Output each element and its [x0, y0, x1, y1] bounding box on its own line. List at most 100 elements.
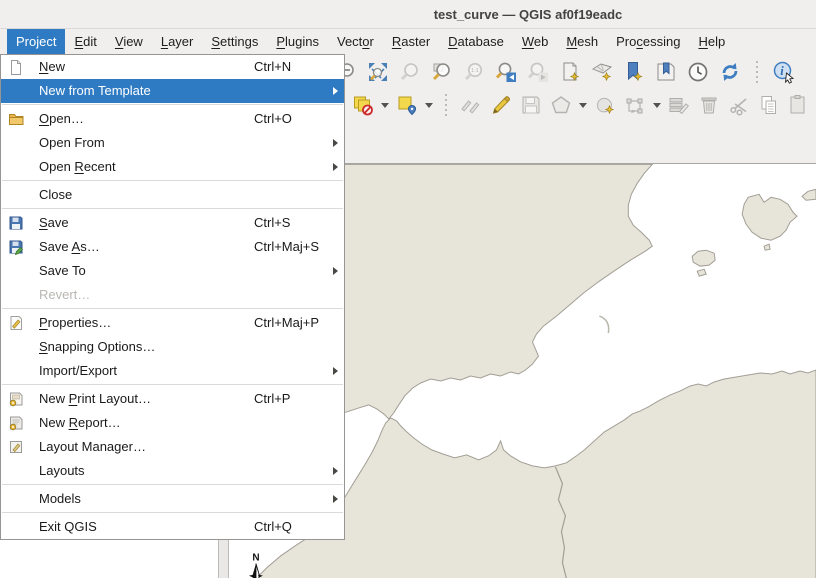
temporal-controller-button[interactable]: [686, 60, 710, 84]
menu-item-new-from-template[interactable]: New from Template: [1, 79, 344, 103]
menubar-item-vector[interactable]: Vector: [328, 29, 383, 54]
menu-separator: [2, 484, 343, 485]
menubar-item-processing[interactable]: Processing: [607, 29, 689, 54]
menu-item-label: Snapping Options…: [39, 335, 155, 359]
properties-icon: [8, 315, 24, 331]
zoom-next-icon: [526, 60, 550, 84]
menu-item-label: Layouts: [39, 459, 85, 483]
show-bookmarks-button[interactable]: [654, 60, 678, 84]
add-polygon-button[interactable]: [549, 93, 573, 117]
submenu-arrow-icon: [333, 163, 338, 171]
menu-item-new[interactable]: New Ctrl+N: [1, 55, 344, 79]
current-edits-button[interactable]: [459, 93, 483, 117]
cut-features-button[interactable]: [727, 93, 751, 117]
bookmark-mesh-button[interactable]: [590, 60, 614, 84]
menu-item-label: Open From: [39, 131, 105, 155]
menubar-item-view[interactable]: View: [106, 29, 152, 54]
menu-item-close[interactable]: Close: [1, 183, 344, 207]
menu-item-save-to[interactable]: Save To: [1, 259, 344, 283]
select-dropdown-caret[interactable]: [425, 103, 433, 108]
menu-item-label: Save As…: [39, 235, 100, 259]
menu-item-import-export[interactable]: Import/Export: [1, 359, 344, 383]
menu-item-open[interactable]: Open… Ctrl+O: [1, 107, 344, 131]
copy-features-icon: [757, 93, 781, 117]
zoom-last-icon: [494, 60, 518, 84]
menubar-item-settings[interactable]: Settings: [202, 29, 267, 54]
project-menu: New Ctrl+N New from Template Open… Ctrl+…: [0, 54, 345, 540]
menubar-item-mesh[interactable]: Mesh: [557, 29, 607, 54]
zoom-last-button[interactable]: [494, 60, 518, 84]
menu-item-properties[interactable]: Properties… Ctrl+Maj+P: [1, 311, 344, 335]
vertex-tool-button[interactable]: [623, 93, 647, 117]
identify-icon: i: [772, 60, 796, 84]
menubar-item-layer[interactable]: Layer: [152, 29, 203, 54]
menu-item-label: Models: [39, 487, 81, 511]
menu-item-open-from[interactable]: Open From: [1, 131, 344, 155]
new-spatial-bookmark-button[interactable]: [558, 60, 582, 84]
zoom-native-resolution-button[interactable]: 1:1: [462, 60, 486, 84]
svg-text:1:1: 1:1: [471, 68, 479, 74]
new-report-icon: [8, 415, 24, 431]
menubar-item-raster[interactable]: Raster: [383, 29, 439, 54]
menu-item-new-print-layout[interactable]: New Print Layout… Ctrl+P: [1, 387, 344, 411]
bookmark-add-button[interactable]: [622, 60, 646, 84]
menubar-item-help[interactable]: Help: [689, 29, 734, 54]
menu-item-save-as[interactable]: Save As… Ctrl+Maj+S: [1, 235, 344, 259]
save-edits-button[interactable]: [519, 93, 543, 117]
menubar-item-web[interactable]: Web: [513, 29, 558, 54]
menu-item-layouts[interactable]: Layouts: [1, 459, 344, 483]
submenu-arrow-icon: [333, 367, 338, 375]
menu-item-exit-qgis[interactable]: Exit QGIS Ctrl+Q: [1, 515, 344, 539]
modify-attributes-icon: [667, 93, 691, 117]
select-features-button[interactable]: [395, 93, 419, 117]
menu-separator: [2, 180, 343, 181]
menu-item-open-recent[interactable]: Open Recent: [1, 155, 344, 179]
copy-features-button[interactable]: [757, 93, 781, 117]
add-feature-icon: [593, 93, 617, 117]
menu-separator: [2, 208, 343, 209]
save-as-icon: [8, 239, 24, 255]
deselect-dropdown-caret[interactable]: [381, 103, 389, 108]
menubar-item-edit[interactable]: Edit: [65, 29, 105, 54]
menu-item-label: New: [39, 55, 65, 79]
add-polygon-icon: [549, 93, 573, 117]
zoom-full-button[interactable]: [366, 60, 390, 84]
new-file-icon: [8, 59, 24, 75]
zoom-to-selection-button[interactable]: [398, 60, 422, 84]
deselect-features-button[interactable]: [351, 93, 375, 117]
svg-text:i: i: [780, 64, 784, 78]
menu-item-shortcut: Ctrl+P: [254, 387, 290, 411]
menubar-item-plugins[interactable]: Plugins: [267, 29, 328, 54]
menu-item-label: Revert…: [39, 283, 90, 307]
add-feature-button[interactable]: [593, 93, 617, 117]
titlebar[interactable]: test_curve — QGIS af0f19eadc: [0, 0, 816, 29]
menubar-item-database[interactable]: Database: [439, 29, 513, 54]
modify-attributes-button[interactable]: [667, 93, 691, 117]
identify-features-button[interactable]: i: [772, 60, 796, 84]
menu-item-layout-manager[interactable]: Layout Manager…: [1, 435, 344, 459]
new-layout-icon: [8, 391, 24, 407]
menu-item-label: Import/Export: [39, 359, 117, 383]
vertex-tool-caret[interactable]: [653, 103, 661, 108]
menu-item-label: Layout Manager…: [39, 435, 146, 459]
toggle-editing-button[interactable]: [489, 93, 513, 117]
add-polygon-caret[interactable]: [579, 103, 587, 108]
show-bookmarks-icon: [654, 60, 678, 84]
menu-item-snapping-options[interactable]: Snapping Options…: [1, 335, 344, 359]
zoom-to-layer-button[interactable]: [430, 60, 454, 84]
qgis-window: test_curve — QGIS af0f19eadc Project Edi…: [0, 0, 816, 578]
menu-separator: [2, 384, 343, 385]
refresh-button[interactable]: [718, 60, 742, 84]
menubar-item-project[interactable]: Project: [7, 29, 65, 54]
menu-item-label: New Report…: [39, 411, 121, 435]
delete-selected-button[interactable]: [697, 93, 721, 117]
vertex-tool-icon: [623, 93, 647, 117]
save-icon: [8, 215, 24, 231]
menu-item-models[interactable]: Models: [1, 487, 344, 511]
menu-item-shortcut: Ctrl+Maj+S: [254, 235, 319, 259]
menu-item-label: Open Recent: [39, 155, 116, 179]
zoom-next-button[interactable]: [526, 60, 550, 84]
menu-item-new-report[interactable]: New Report…: [1, 411, 344, 435]
menu-item-save[interactable]: Save Ctrl+S: [1, 211, 344, 235]
paste-features-button[interactable]: [787, 93, 811, 117]
